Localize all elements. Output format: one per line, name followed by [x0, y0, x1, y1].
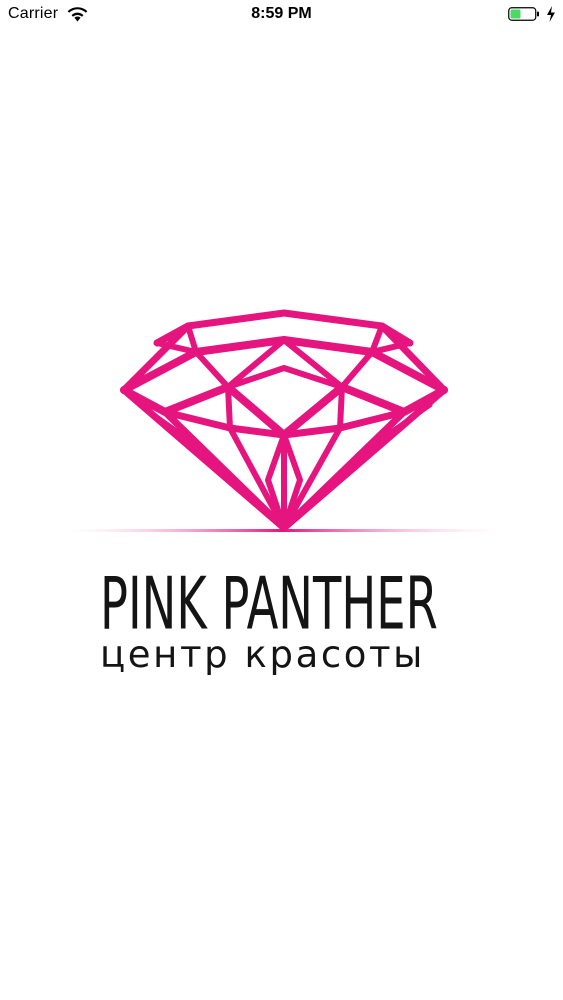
- brand-tagline: центр красоты: [100, 633, 425, 676]
- splash-screen: PINK PANTHER центр красоты: [0, 0, 563, 1000]
- diamond-icon: [65, 309, 500, 532]
- divider-line: [65, 529, 500, 532]
